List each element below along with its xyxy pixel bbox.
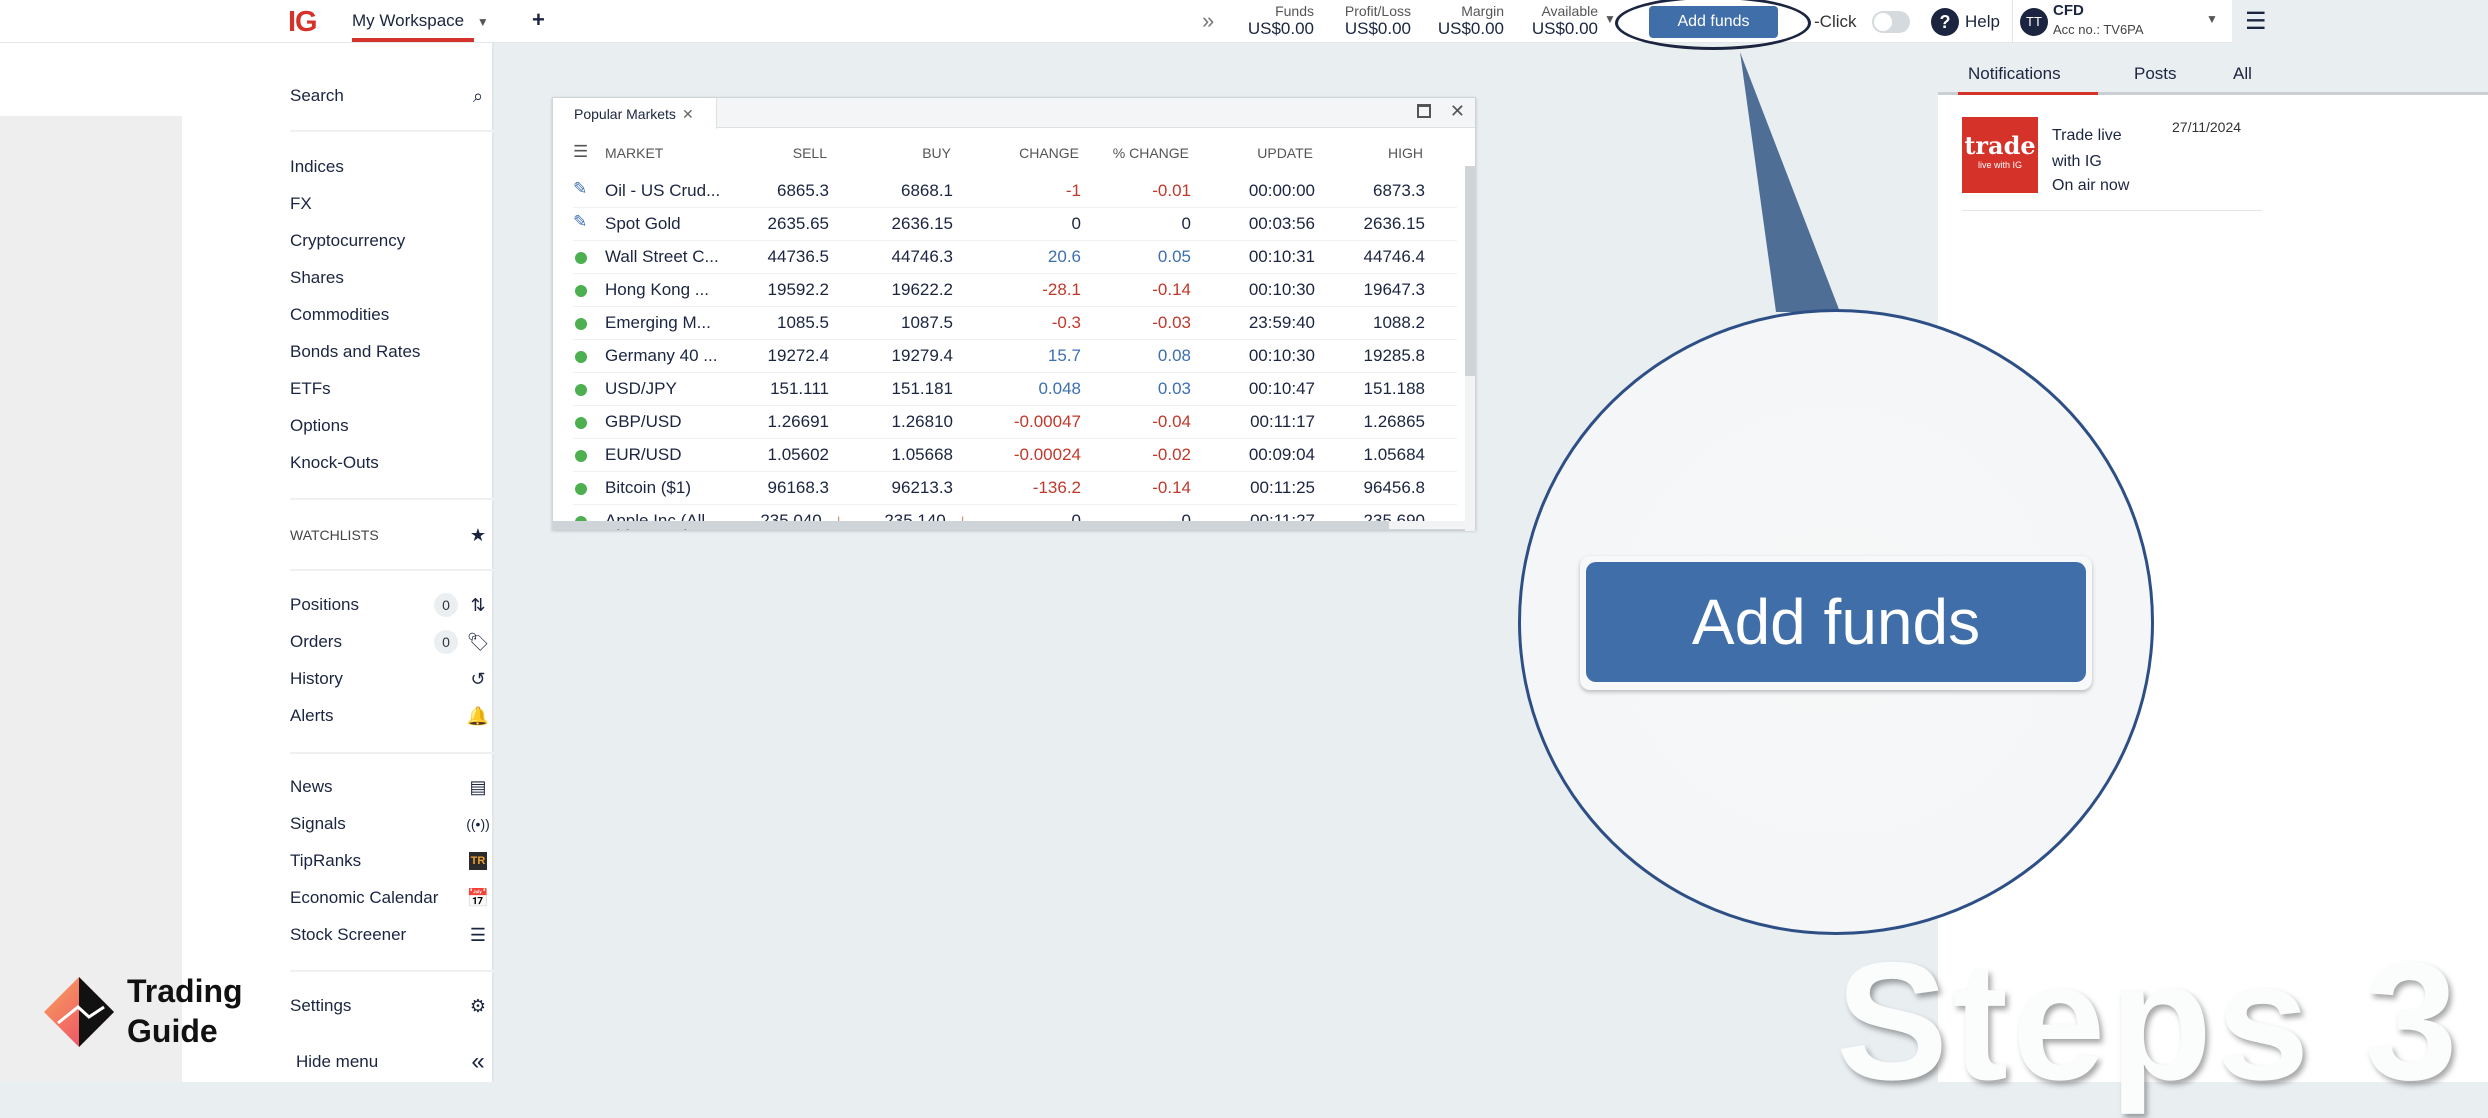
step-label: Steps 3 — [1836, 927, 2462, 1115]
zoomed-add-funds-button: Add funds — [1580, 556, 2092, 690]
zoomed-button-label: Add funds — [1586, 562, 2086, 682]
